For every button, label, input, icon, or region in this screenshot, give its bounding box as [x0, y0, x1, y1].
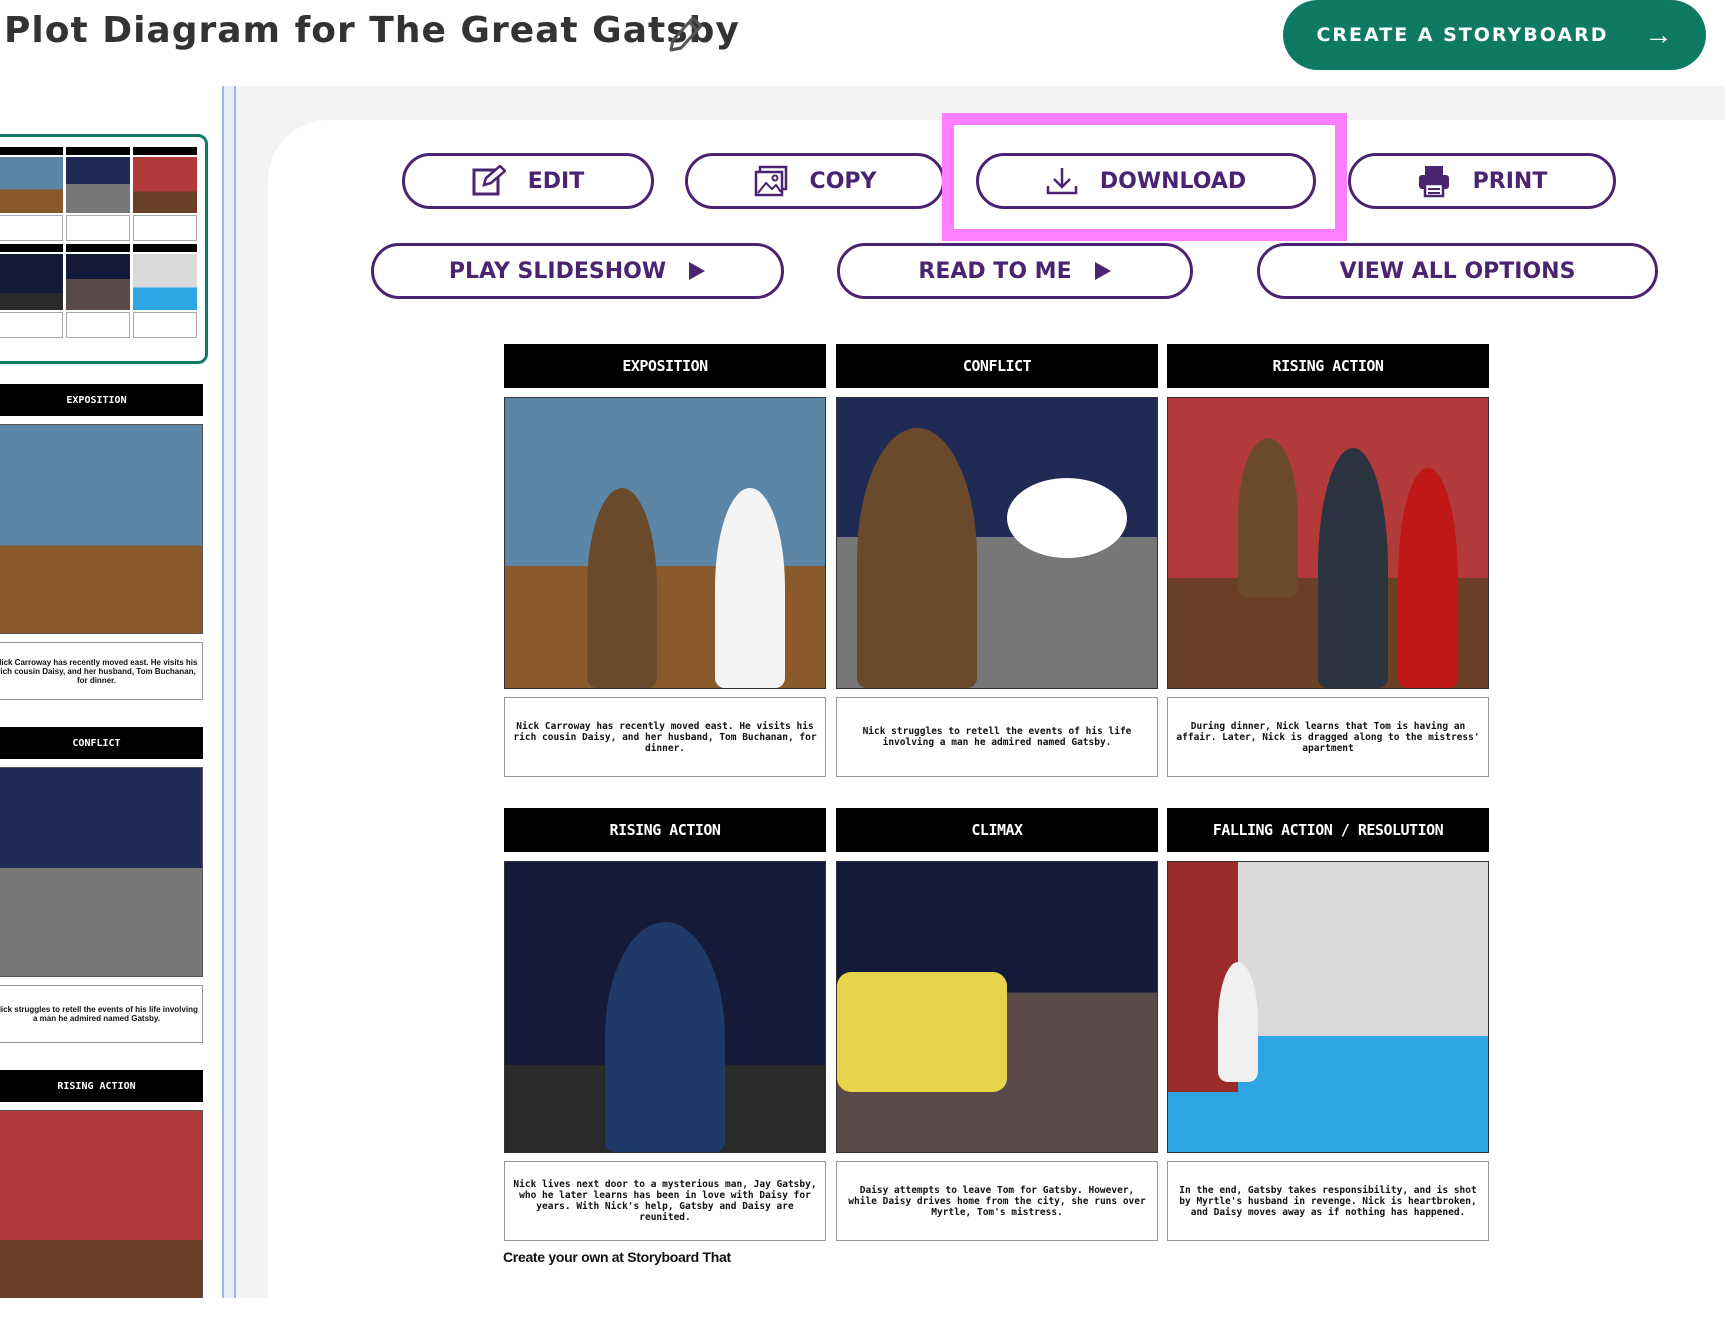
thumbnail-cell [133, 147, 197, 241]
sidebar-frame-title: EXPOSITION [0, 384, 203, 416]
page-title: Plot Diagram for The Great Gatsby [4, 10, 740, 51]
sidebar-frame-conflict[interactable]: CONFLICT Nick struggles to retell the ev… [0, 727, 203, 1043]
arrow-right-icon: → [1644, 19, 1673, 50]
read-to-me-label: READ TO ME [918, 258, 1072, 284]
cell-title: FALLING ACTION / RESOLUTION [1167, 808, 1489, 852]
sidebar-frame-rising-action[interactable]: RISING ACTION [0, 1070, 203, 1298]
cell-caption: In the end, Gatsby takes responsibility,… [1167, 1161, 1489, 1241]
create-storyboard-label: CREATE A STORYBOARD [1316, 24, 1609, 46]
cell-image [1167, 861, 1489, 1153]
sidebar-frame-text: Nick Carroway has recently moved east. H… [0, 642, 203, 700]
storyboard-cell-rising-action-1[interactable]: RISING ACTION During dinner, Nick learns… [1167, 344, 1489, 777]
print-label: PRINT [1472, 168, 1548, 194]
sidebar-frame-title: CONFLICT [0, 727, 203, 759]
copy-label: COPY [809, 168, 877, 194]
read-to-me-button[interactable]: READ TO ME [837, 243, 1193, 299]
sidebar-frame-image [0, 1110, 203, 1298]
create-storyboard-button[interactable]: CREATE A STORYBOARD → [1283, 0, 1706, 70]
thumbnail-cell [133, 244, 197, 338]
sidebar-frame-image [0, 767, 203, 977]
edit-label: EDIT [527, 168, 585, 194]
sidebar-frame-title: RISING ACTION [0, 1070, 203, 1102]
thumbnail-cell [66, 147, 130, 241]
storyboard-credit: Create your own at Storyboard That [503, 1249, 731, 1265]
cell-image [836, 861, 1158, 1153]
edit-icon [472, 165, 506, 196]
play-icon [1094, 262, 1111, 280]
pencil-icon[interactable] [663, 12, 703, 58]
print-button[interactable]: PRINT [1348, 153, 1616, 209]
play-slideshow-button[interactable]: PLAY SLIDESHOW [371, 243, 784, 299]
storyboard-thumbnail[interactable] [0, 134, 208, 364]
storyboard-cell-climax[interactable]: CLIMAX Daisy attempts to leave Tom for G… [836, 808, 1158, 1241]
cell-caption: Nick Carroway has recently moved east. H… [504, 697, 826, 777]
storyboard-cell-falling-action[interactable]: FALLING ACTION / RESOLUTION In the end, … [1167, 808, 1489, 1241]
thumbnail-cell [0, 244, 63, 338]
sidebar-frame-exposition[interactable]: EXPOSITION Nick Carroway has recently mo… [0, 384, 203, 700]
sidebar-frame-image [0, 424, 203, 634]
cell-title: EXPOSITION [504, 344, 826, 388]
cell-caption: Daisy attempts to leave Tom for Gatsby. … [836, 1161, 1158, 1241]
storyboard-cell-rising-action-2[interactable]: RISING ACTION Nick lives next door to a … [504, 808, 826, 1241]
edit-button[interactable]: EDIT [402, 153, 654, 209]
cell-title: CLIMAX [836, 808, 1158, 852]
frame-sidebar: EXPOSITION Nick Carroway has recently mo… [0, 86, 222, 1298]
cell-title: RISING ACTION [504, 808, 826, 852]
sidebar-resize-handle[interactable] [222, 86, 236, 1298]
play-icon [689, 262, 706, 280]
cell-caption: Nick lives next door to a mysterious man… [504, 1161, 826, 1241]
storyboard-cell-exposition[interactable]: EXPOSITION Nick Carroway has recently mo… [504, 344, 826, 777]
cell-image [836, 397, 1158, 689]
printer-icon [1418, 166, 1449, 198]
cell-image [1167, 397, 1489, 689]
copy-button[interactable]: COPY [685, 153, 945, 209]
storyboard-cell-conflict[interactable]: CONFLICT Nick struggles to retell the ev… [836, 344, 1158, 777]
view-all-options-label: VIEW ALL OPTIONS [1339, 258, 1576, 284]
thumbnail-cell [0, 147, 63, 241]
play-slideshow-label: PLAY SLIDESHOW [448, 258, 667, 284]
cell-image [504, 397, 826, 689]
cell-image [504, 861, 826, 1153]
sidebar-frame-text: Nick struggles to retell the events of h… [0, 985, 203, 1043]
thumbnail-cell [66, 244, 130, 338]
image-icon [754, 165, 787, 197]
top-bar: Plot Diagram for The Great Gatsby CREATE… [0, 0, 1725, 86]
cell-title: CONFLICT [836, 344, 1158, 388]
cell-caption: During dinner, Nick learns that Tom is h… [1167, 697, 1489, 777]
cell-title: RISING ACTION [1167, 344, 1489, 388]
view-all-options-button[interactable]: VIEW ALL OPTIONS [1257, 243, 1658, 299]
download-highlight-box [942, 113, 1347, 241]
cell-caption: Nick struggles to retell the events of h… [836, 697, 1158, 777]
